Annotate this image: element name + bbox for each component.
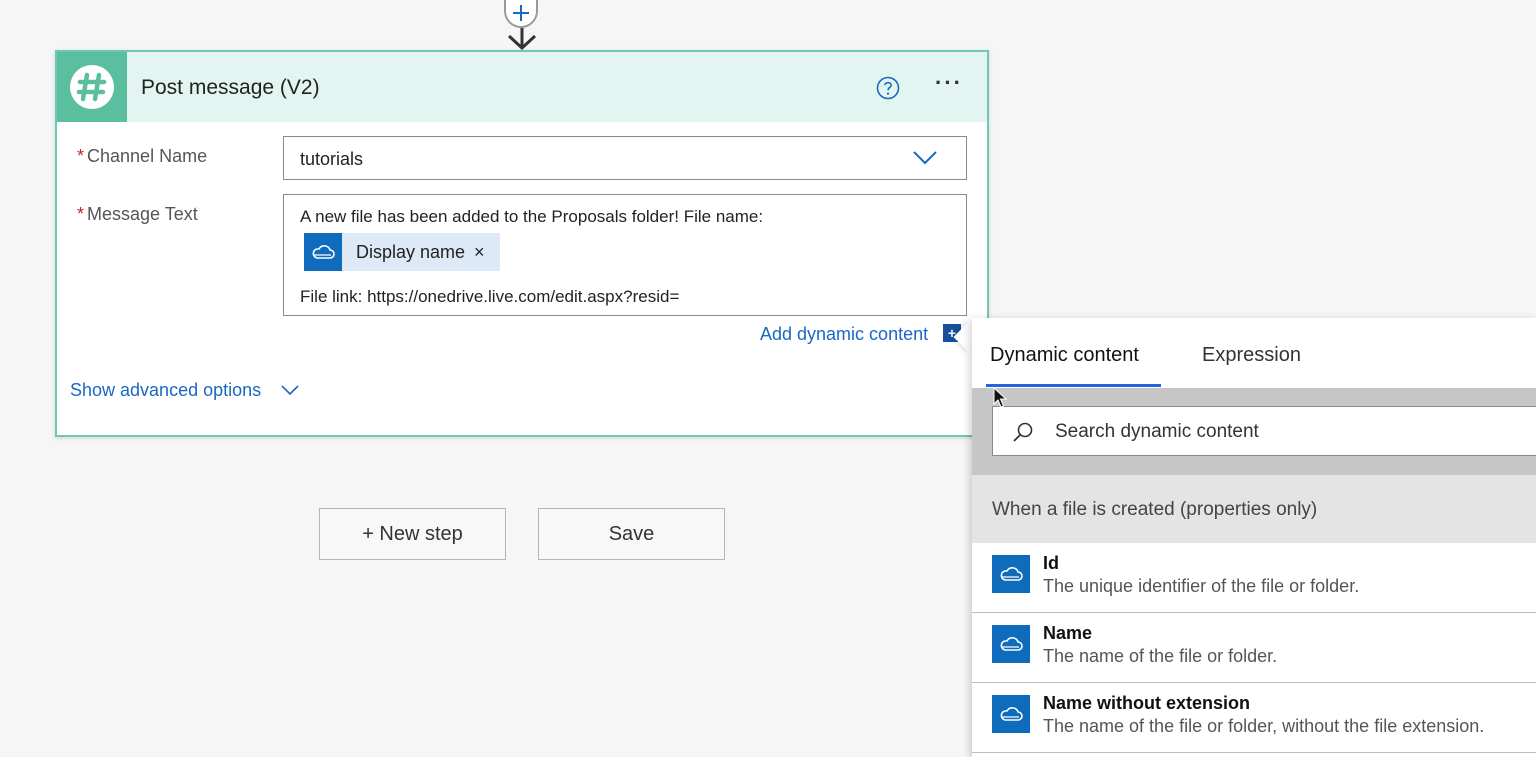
item-description: The name of the file or folder, without … xyxy=(1043,716,1485,736)
slack-icon xyxy=(70,65,114,109)
required-mark: * xyxy=(77,204,85,224)
list-item[interactable]: Name without extension The name of the f… xyxy=(972,683,1536,753)
item-title: Id xyxy=(1043,553,1059,573)
token-label: Display name xyxy=(356,242,466,262)
flow-arrow-icon xyxy=(507,28,537,50)
message-text-input[interactable]: A new file has been added to the Proposa… xyxy=(283,194,967,316)
add-dynamic-content-link[interactable]: Add dynamic content xyxy=(760,324,928,345)
chevron-down-icon xyxy=(913,151,937,165)
search-icon xyxy=(1013,422,1033,442)
card-header[interactable]: Post message (V2) ··· xyxy=(57,52,987,122)
display-name-token[interactable]: Display name × xyxy=(304,233,500,271)
more-options-icon[interactable]: ··· xyxy=(935,70,963,96)
active-tab-indicator xyxy=(986,384,1161,387)
new-step-button[interactable]: + New step xyxy=(319,508,506,560)
onedrive-icon xyxy=(992,625,1030,663)
channel-name-select[interactable]: tutorials xyxy=(283,136,967,180)
item-title: Name xyxy=(1043,623,1093,643)
list-item[interactable]: Name The name of the file or folder. xyxy=(972,613,1536,683)
section-header[interactable]: When a file is created (properties only) xyxy=(972,475,1536,543)
item-description: The unique identifier of the file or fol… xyxy=(1043,576,1360,596)
post-message-card: Post message (V2) ··· * Channel Name tuto… xyxy=(55,50,989,437)
onedrive-icon xyxy=(992,555,1030,593)
dynamic-content-panel: Dynamic content Expression When a file i… xyxy=(972,318,1536,757)
plus-icon xyxy=(513,5,529,21)
message-text-label: * Message Text xyxy=(77,204,198,224)
channel-name-label: * Channel Name xyxy=(77,146,208,166)
tab-expression[interactable]: Expression xyxy=(1202,344,1301,367)
help-icon[interactable] xyxy=(876,76,900,100)
onedrive-icon xyxy=(304,233,342,271)
save-button[interactable]: Save xyxy=(538,508,725,560)
onedrive-icon xyxy=(992,695,1030,733)
search-area xyxy=(972,388,1536,475)
section-title: When a file is created (properties only) xyxy=(992,499,1318,520)
tab-dynamic-content[interactable]: Dynamic content xyxy=(990,344,1139,367)
mouse-cursor-icon xyxy=(993,387,1007,408)
close-icon[interactable]: × xyxy=(474,242,485,263)
message-link-text: File link: https://onedrive.live.com/edi… xyxy=(300,287,680,306)
search-box[interactable] xyxy=(992,406,1536,457)
message-line-text: A new file has been added to the Proposa… xyxy=(300,207,764,226)
channel-name-value: tutorials xyxy=(300,149,364,169)
slack-logo xyxy=(57,52,127,122)
list-item[interactable]: Id The unique identifier of the file or … xyxy=(972,543,1536,613)
card-title: Post message (V2) xyxy=(141,76,320,99)
item-description: The name of the file or folder. xyxy=(1043,646,1278,666)
item-title: Name without extension xyxy=(1043,693,1251,713)
search-input[interactable] xyxy=(1053,407,1517,457)
insert-step-button[interactable] xyxy=(504,0,538,28)
show-advanced-options-link[interactable]: Show advanced options xyxy=(70,380,261,401)
required-mark: * xyxy=(77,146,85,166)
chevron-down-icon[interactable] xyxy=(280,384,300,396)
